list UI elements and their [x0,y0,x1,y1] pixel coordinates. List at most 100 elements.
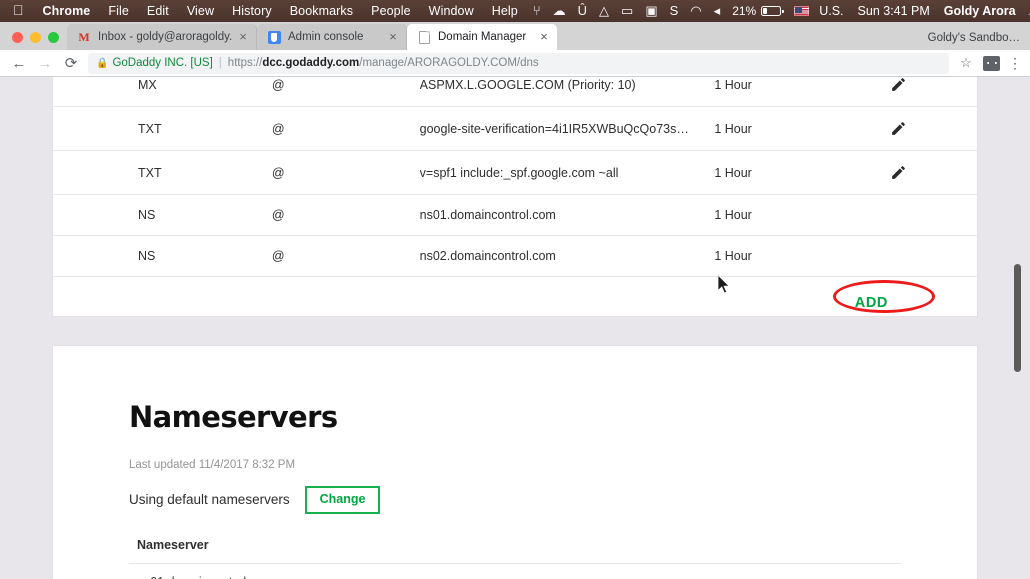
macos-menu-bar:  Chrome File Edit View History Bookmark… [0,0,1030,22]
record-value: google-site-verification=4i1IR5XWBuQcQo7… [419,106,715,151]
screen-recorder-icon[interactable]: ▣ [639,0,663,22]
user-name-label[interactable]: Goldy Arora [937,0,1023,22]
edit-pencil-icon[interactable] [890,77,907,93]
record-ttl: 1 Hour [714,150,879,195]
record-ttl: 1 Hour [714,194,879,236]
menu-people[interactable]: People [362,0,420,22]
nameserver-host: ns01.domaincontrol.com [129,563,901,579]
menu-help[interactable]: Help [483,0,527,22]
last-updated-label: Last updated 11/4/2017 8:32 PM [129,459,296,471]
record-ttl: 1 Hour [714,77,879,107]
document-favicon-icon [417,30,431,44]
google-drive-icon[interactable]: △ [593,0,615,22]
table-row[interactable]: MX @ ASPMX.L.GOOGLE.COM (Priority: 10) 1… [53,77,977,107]
menu-bookmarks[interactable]: Bookmarks [281,0,362,22]
tab-title: Inbox - goldy@aroragoldy.com [98,31,232,43]
bookmark-star-icon[interactable]: ☆ [955,55,977,71]
spotlight-search-icon[interactable]: ⌕ [1023,0,1030,22]
wifi-icon[interactable]: ◠ [684,0,707,22]
menu-chrome[interactable]: Chrome [34,0,100,22]
record-ttl: 1 Hour [714,106,879,151]
record-ttl: 1 Hour [714,235,879,277]
chrome-window: M Inbox - goldy@aroragoldy.com × Admin c… [0,22,1030,579]
record-name: @ [271,235,420,277]
admin-console-favicon-icon [267,30,281,44]
lock-icon: 🔒 [96,57,109,69]
url-path: /manage/ARORAGOLDY.COM/dns [359,57,539,69]
close-tab-icon[interactable]: × [537,30,551,43]
maximize-window-button[interactable] [48,32,59,43]
address-bar[interactable]: 🔒 GoDaddy INC. [US] | https://dcc.godadd… [88,52,949,74]
record-value: v=spf1 include:_spf.google.com ~all [419,150,715,195]
edit-pencil-icon[interactable] [890,120,907,137]
table-row[interactable]: NS @ ns01.domaincontrol.com 1 Hour [53,194,977,236]
minimize-window-button[interactable] [30,32,41,43]
edit-pencil-icon[interactable] [890,164,907,181]
omnibox-divider: | [218,57,222,69]
record-edit-cell [878,194,977,236]
menu-view[interactable]: View [178,0,223,22]
nameservers-card: Nameservers Last updated 11/4/2017 8:32 … [53,346,977,579]
nameserver-column-header: Nameserver [129,537,901,564]
tab-inbox[interactable]: M Inbox - goldy@aroragoldy.com × [67,24,257,50]
record-edit-cell[interactable] [878,106,977,151]
extension-icon[interactable] [983,55,1000,71]
menu-file[interactable]: File [99,0,138,22]
godaddy-dns-page: MX @ ASPMX.L.GOOGLE.COM (Priority: 10) 1… [0,77,1030,579]
tab-domain-manager[interactable]: Domain Manager × [407,24,557,50]
record-type: NS [53,194,272,236]
record-name: @ [271,150,420,195]
browser-tab-strip: M Inbox - goldy@aroragoldy.com × Admin c… [0,22,1030,50]
chrome-menu-icon[interactable]: ⋮ [1006,56,1024,70]
record-edit-cell[interactable] [878,150,977,195]
page-viewport: MX @ ASPMX.L.GOOGLE.COM (Priority: 10) 1… [0,77,1030,579]
evernote-icon[interactable]: Ȗ [572,0,593,22]
table-row[interactable]: NS @ ns02.domaincontrol.com 1 Hour [53,235,977,277]
page-title: Nameservers [129,400,338,434]
url-scheme: https:// [227,57,263,69]
menu-edit[interactable]: Edit [138,0,178,22]
battery-percent-label: 21% [721,4,756,18]
table-row[interactable]: TXT @ google-site-verification=4i1IR5XWB… [53,106,977,151]
close-tab-icon[interactable]: × [236,30,250,43]
close-tab-icon[interactable]: × [386,30,400,43]
menu-history[interactable]: History [223,0,281,22]
chrome-profile-label[interactable]: Goldy's Sandbo… [928,32,1020,44]
us-flag-icon[interactable] [794,6,810,16]
menu-window[interactable]: Window [420,0,483,22]
battery-icon[interactable] [761,6,784,16]
tab-admin-console[interactable]: Admin console × [257,24,407,50]
cloud-icon[interactable]: ☁ [547,0,572,22]
forward-button[interactable]: → [32,51,58,75]
change-nameservers-button[interactable]: Change [304,486,381,514]
record-type: NS [53,235,272,277]
apple-logo-icon[interactable]:  [7,0,34,21]
volume-icon[interactable]: ◂ [708,0,727,22]
add-record-button[interactable]: ADD [845,291,898,315]
record-type: TXT [53,150,272,195]
back-button[interactable]: ← [6,51,32,75]
dropbox-icon[interactable]: ⑂ [527,0,547,22]
browser-toolbar: ← → ⟳ 🔒 GoDaddy INC. [US] | https://dcc.… [0,50,1030,77]
record-name: @ [271,77,420,107]
using-default-nameservers-label: Using default nameservers [129,492,290,508]
dns-add-row: ADD [53,277,977,316]
table-row[interactable]: TXT @ v=spf1 include:_spf.google.com ~al… [53,150,977,195]
clock-label[interactable]: Sun 3:41 PM [851,0,937,22]
tab-title: Domain Manager [438,31,527,43]
record-name: @ [271,194,420,236]
record-edit-cell[interactable] [878,77,977,107]
close-window-button[interactable] [12,32,23,43]
record-type: MX [53,77,272,107]
input-source-label[interactable]: U.S. [812,0,850,22]
table-row[interactable]: ns01.domaincontrol.com [129,563,901,579]
reload-button[interactable]: ⟳ [58,51,84,75]
record-value: ns02.domaincontrol.com [419,235,715,277]
display-icon[interactable]: ▭ [615,0,639,22]
record-name: @ [271,106,420,151]
skype-icon[interactable]: S [664,0,685,22]
record-edit-cell [878,235,977,277]
tab-title: Admin console [288,31,364,43]
nameserver-mode-row: Using default nameservers Change [129,486,901,514]
window-traffic-lights [8,32,67,50]
